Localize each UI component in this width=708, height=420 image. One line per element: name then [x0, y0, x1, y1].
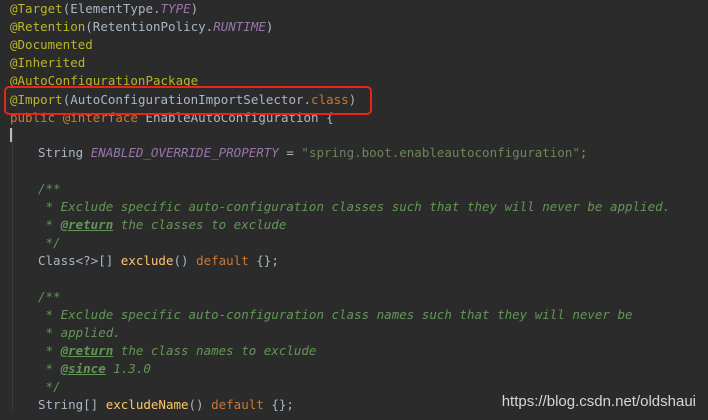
text-caret — [10, 128, 12, 142]
doc-comment-close: */ — [38, 379, 61, 394]
doc-comment-line: * applied. — [38, 325, 121, 340]
indent-guide — [12, 128, 13, 410]
code-line-documented: @Documented — [10, 37, 93, 52]
import-highlight-box — [4, 86, 372, 115]
code-editor[interactable]: @Target(ElementType.TYPE) @Retention(Ret… — [0, 0, 708, 420]
doc-comment-open: /** — [38, 181, 61, 196]
doc-comment-open: /** — [38, 289, 61, 304]
doc-comment-return: * @return the classes to exclude — [38, 217, 287, 232]
code-line-retention: @Retention(RetentionPolicy.RUNTIME) — [10, 19, 274, 34]
code-line-excludename-method: String[] excludeName() default {}; — [38, 397, 294, 412]
doc-comment-line: * Exclude specific auto-configuration cl… — [38, 307, 633, 322]
code-line-exclude-method: Class<?>[] exclude() default {}; — [38, 253, 279, 268]
code-line-inherited: @Inherited — [10, 55, 86, 70]
doc-comment-since: * @since 1.3.0 — [38, 361, 151, 376]
watermark: https://blog.csdn.net/oldshaui — [501, 393, 696, 410]
code-line-override-property: String ENABLED_OVERRIDE_PROPERTY = "spri… — [38, 145, 588, 160]
doc-comment-return: * @return the class names to exclude — [38, 343, 317, 358]
doc-comment-line: * Exclude specific auto-configuration cl… — [38, 199, 671, 214]
doc-comment-close: */ — [38, 235, 61, 250]
code-line-target: @Target(ElementType.TYPE) — [10, 1, 199, 16]
